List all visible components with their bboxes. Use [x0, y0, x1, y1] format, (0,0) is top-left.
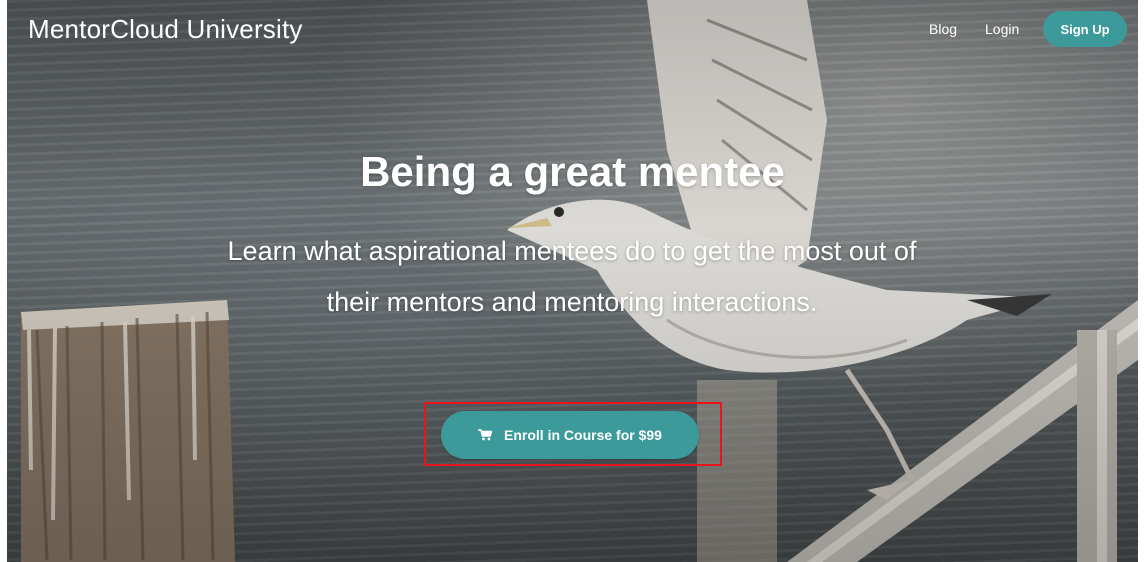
- hero-subheadline: Learn what aspirational mentees do to ge…: [227, 236, 917, 317]
- nav-link-blog[interactable]: Blog: [929, 21, 957, 37]
- page: MentorCloud University Blog Login Sign U…: [0, 0, 1145, 562]
- brand-link[interactable]: MentorCloud University: [28, 14, 303, 45]
- signup-button[interactable]: Sign Up: [1043, 11, 1127, 47]
- hero-headline: Being a great mentee: [360, 148, 785, 195]
- top-navbar: MentorCloud University Blog Login Sign U…: [7, 0, 1138, 62]
- hero-section: MentorCloud University Blog Login Sign U…: [7, 0, 1138, 562]
- nav-link-login[interactable]: Login: [985, 21, 1019, 37]
- enroll-button-label: Enroll in Course for $99: [504, 427, 662, 443]
- enroll-button[interactable]: Enroll in Course for $99: [441, 411, 699, 459]
- shopping-cart-icon: [478, 429, 493, 441]
